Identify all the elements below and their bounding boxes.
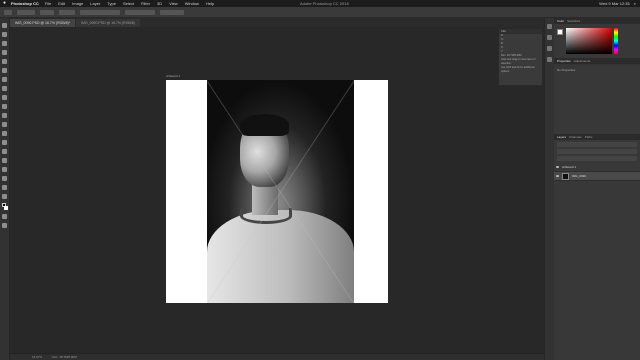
brush-settings-icon[interactable] — [547, 46, 552, 51]
shape-tool-icon[interactable] — [2, 176, 7, 181]
move-tool-icon[interactable] — [2, 23, 7, 28]
menu-3d[interactable]: 3D — [157, 1, 162, 6]
panel-dock — [544, 18, 554, 360]
clone-stamp-tool-icon[interactable] — [2, 95, 7, 100]
crop-tool-icon[interactable] — [2, 59, 7, 64]
clock: Wed 9 Mar 12:35 — [599, 1, 630, 6]
history-brush-tool-icon[interactable] — [2, 104, 7, 109]
transform-controls-checkbox[interactable] — [59, 9, 75, 15]
properties-text: No Properties — [557, 68, 576, 72]
layers-panel: Layers Channels Paths Artboard 1 IMG_009… — [554, 134, 640, 360]
menu-type[interactable]: Type — [107, 1, 116, 6]
background-color-swatch[interactable] — [3, 206, 8, 210]
character-icon[interactable] — [547, 57, 552, 62]
tab-properties[interactable]: Properties — [557, 59, 571, 63]
eraser-tool-icon[interactable] — [2, 113, 7, 118]
info-icon[interactable] — [547, 35, 552, 40]
apple-icon[interactable]: ● — [3, 1, 8, 6]
blur-tool-icon[interactable] — [2, 131, 7, 136]
layer-row-artboard[interactable]: Artboard 1 — [554, 163, 640, 172]
layer-dropdown[interactable] — [40, 9, 54, 15]
align-buttons[interactable] — [80, 9, 120, 15]
menu-select[interactable]: Select — [123, 1, 134, 6]
layer-thumbnail — [562, 172, 569, 180]
photo-hair — [240, 114, 289, 136]
history-icon[interactable] — [547, 24, 552, 29]
menu-window[interactable]: Window — [185, 1, 199, 6]
hue-slider[interactable] — [614, 28, 618, 54]
move-tool-icon[interactable] — [4, 9, 12, 15]
info-hint-2: Use Shift and Alt for additional options… — [501, 66, 535, 73]
zoom-tool-icon[interactable] — [2, 194, 7, 199]
3d-mode-buttons[interactable] — [160, 9, 184, 15]
hand-tool-icon[interactable] — [2, 185, 7, 190]
brush-tool-icon[interactable] — [2, 86, 7, 91]
options-bar — [0, 7, 640, 18]
artboard[interactable] — [166, 80, 388, 303]
tab-paths[interactable]: Paths — [585, 135, 593, 139]
status-bar: 16.67% Doc: 18.7M/8.90M — [10, 353, 544, 360]
layers-panel-tabs: Layers Channels Paths — [554, 134, 640, 140]
info-hint: Click and drag to move layer or selectio… — [501, 58, 536, 65]
quick-mask-icon[interactable] — [2, 214, 7, 219]
info-panel[interactable]: Info R: G: B: X: Y: Doc: 18.7M/8.90M Cli… — [498, 28, 543, 86]
tab-document[interactable]: IMG_0090.PSD @ 16.7% (RGB/8) — [76, 19, 141, 27]
right-panels: Color Swatches Properties Adjustments No… — [554, 18, 640, 360]
zoom-level[interactable]: 16.67% — [32, 355, 42, 359]
layer-row-photo[interactable]: IMG_0090 — [554, 172, 640, 181]
menu-layer[interactable]: Layer — [90, 1, 100, 6]
marquee-tool-icon[interactable] — [2, 32, 7, 37]
doc-size[interactable]: Doc: 18.7M/8.90M — [52, 355, 77, 359]
visibility-eye-icon[interactable] — [556, 166, 559, 168]
layer-filter-bar[interactable] — [557, 142, 637, 147]
layer-name: Artboard 1 — [562, 165, 577, 169]
app-menu[interactable]: Photoshop CC — [11, 1, 39, 6]
blend-mode-opacity[interactable] — [557, 149, 637, 154]
document-tabs: IMG_0090.PSD @ 16.7% (RGB/8)* IMG_0090.P… — [10, 18, 546, 27]
menu-filter[interactable]: Filter — [141, 1, 150, 6]
dodge-tool-icon[interactable] — [2, 140, 7, 145]
lock-fill-controls[interactable] — [557, 156, 637, 161]
portrait-photo-layer[interactable] — [207, 80, 354, 303]
properties-panel: No Properties — [554, 66, 640, 136]
photo-shirt — [207, 210, 354, 303]
tab-layers[interactable]: Layers — [557, 135, 566, 139]
window-title: Adobe Photoshop CC 2018 — [300, 1, 349, 6]
current-color-swatch[interactable] — [557, 29, 563, 35]
tab-channels[interactable]: Channels — [569, 135, 582, 139]
menu-edit[interactable]: Edit — [58, 1, 65, 6]
distribute-buttons[interactable] — [125, 9, 155, 15]
layer-name: IMG_0090 — [572, 174, 587, 178]
tab-document-active[interactable]: IMG_0090.PSD @ 16.7% (RGB/8)* — [10, 19, 77, 27]
screen-mode-icon[interactable] — [2, 223, 7, 228]
photo-collar — [240, 208, 292, 224]
gradient-tool-icon[interactable] — [2, 122, 7, 127]
color-picker[interactable] — [554, 24, 640, 58]
tools-panel — [0, 18, 10, 360]
saturation-field[interactable] — [566, 28, 612, 54]
menu-image[interactable]: Image — [72, 1, 83, 6]
tab-adjustments[interactable]: Adjustments — [574, 59, 591, 63]
eyedropper-tool-icon[interactable] — [2, 68, 7, 73]
visibility-eye-icon[interactable] — [556, 175, 559, 177]
path-select-tool-icon[interactable] — [2, 167, 7, 172]
artboard-label[interactable]: Artboard 1 — [166, 74, 180, 78]
pen-tool-icon[interactable] — [2, 149, 7, 154]
menu-help[interactable]: Help — [206, 1, 214, 6]
mac-menubar: ● Photoshop CC File Edit Image Layer Typ… — [0, 0, 640, 7]
tab-color[interactable]: Color — [557, 19, 564, 23]
foreground-background-colors[interactable] — [1, 203, 8, 210]
auto-select-checkbox[interactable] — [17, 9, 35, 15]
healing-brush-tool-icon[interactable] — [2, 77, 7, 82]
menubar-status: Wed 9 Mar 12:35 ⌕ — [599, 1, 636, 6]
tab-swatches[interactable]: Swatches — [567, 19, 580, 23]
menu-view[interactable]: View — [169, 1, 178, 6]
type-tool-icon[interactable] — [2, 158, 7, 163]
menu-file[interactable]: File — [45, 1, 51, 6]
properties-panel-tabs: Properties Adjustments — [554, 58, 640, 64]
quick-select-tool-icon[interactable] — [2, 50, 7, 55]
search-icon[interactable]: ⌕ — [634, 1, 636, 6]
lasso-tool-icon[interactable] — [2, 41, 7, 46]
